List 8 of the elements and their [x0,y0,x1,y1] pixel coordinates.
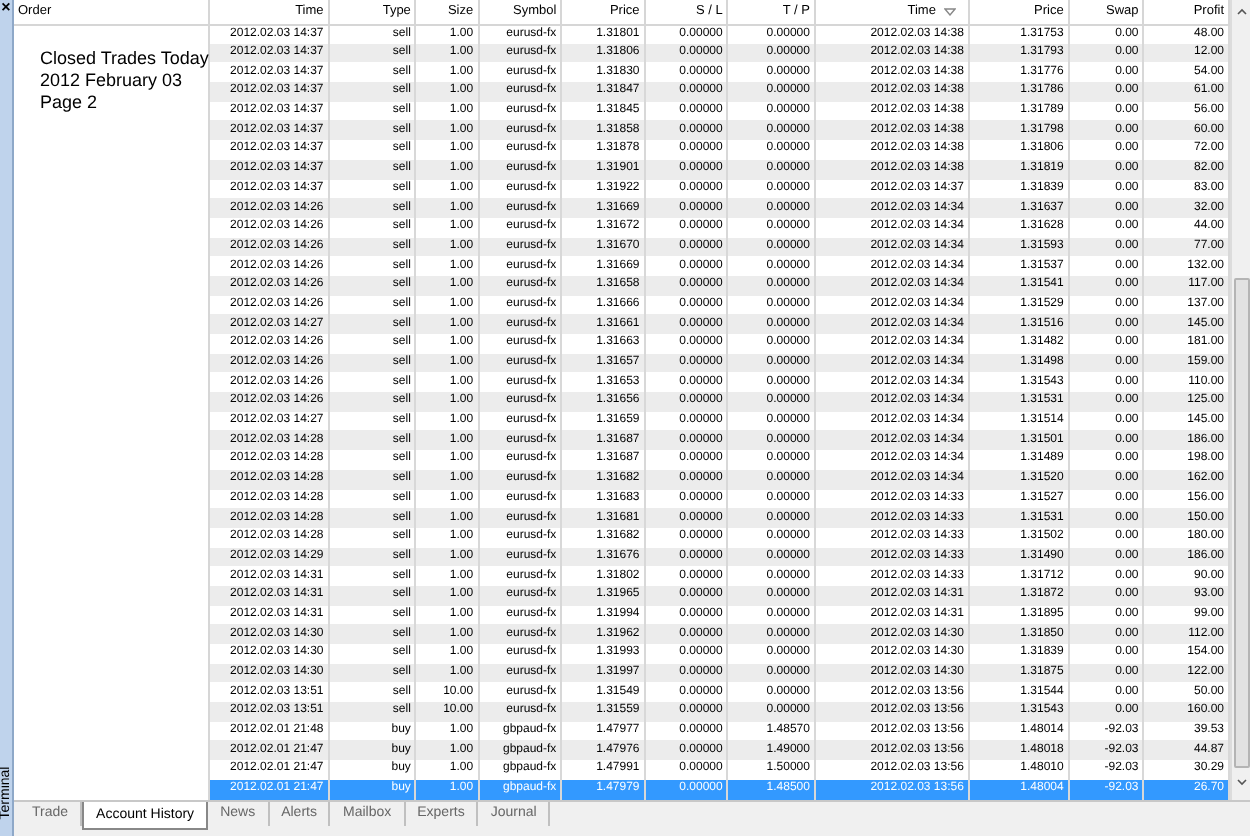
note-line: 2012 February 03 [40,70,183,92]
scrollbar[interactable] [1230,0,1250,800]
note-line: Page 2 [40,92,98,114]
scroll-up-icon[interactable] [1235,6,1247,18]
scroll-down-icon[interactable] [1235,776,1247,788]
close-icon[interactable]: × [1,0,11,16]
note-line: Closed Trades Today [40,48,209,70]
scroll-thumb[interactable] [1233,278,1249,768]
